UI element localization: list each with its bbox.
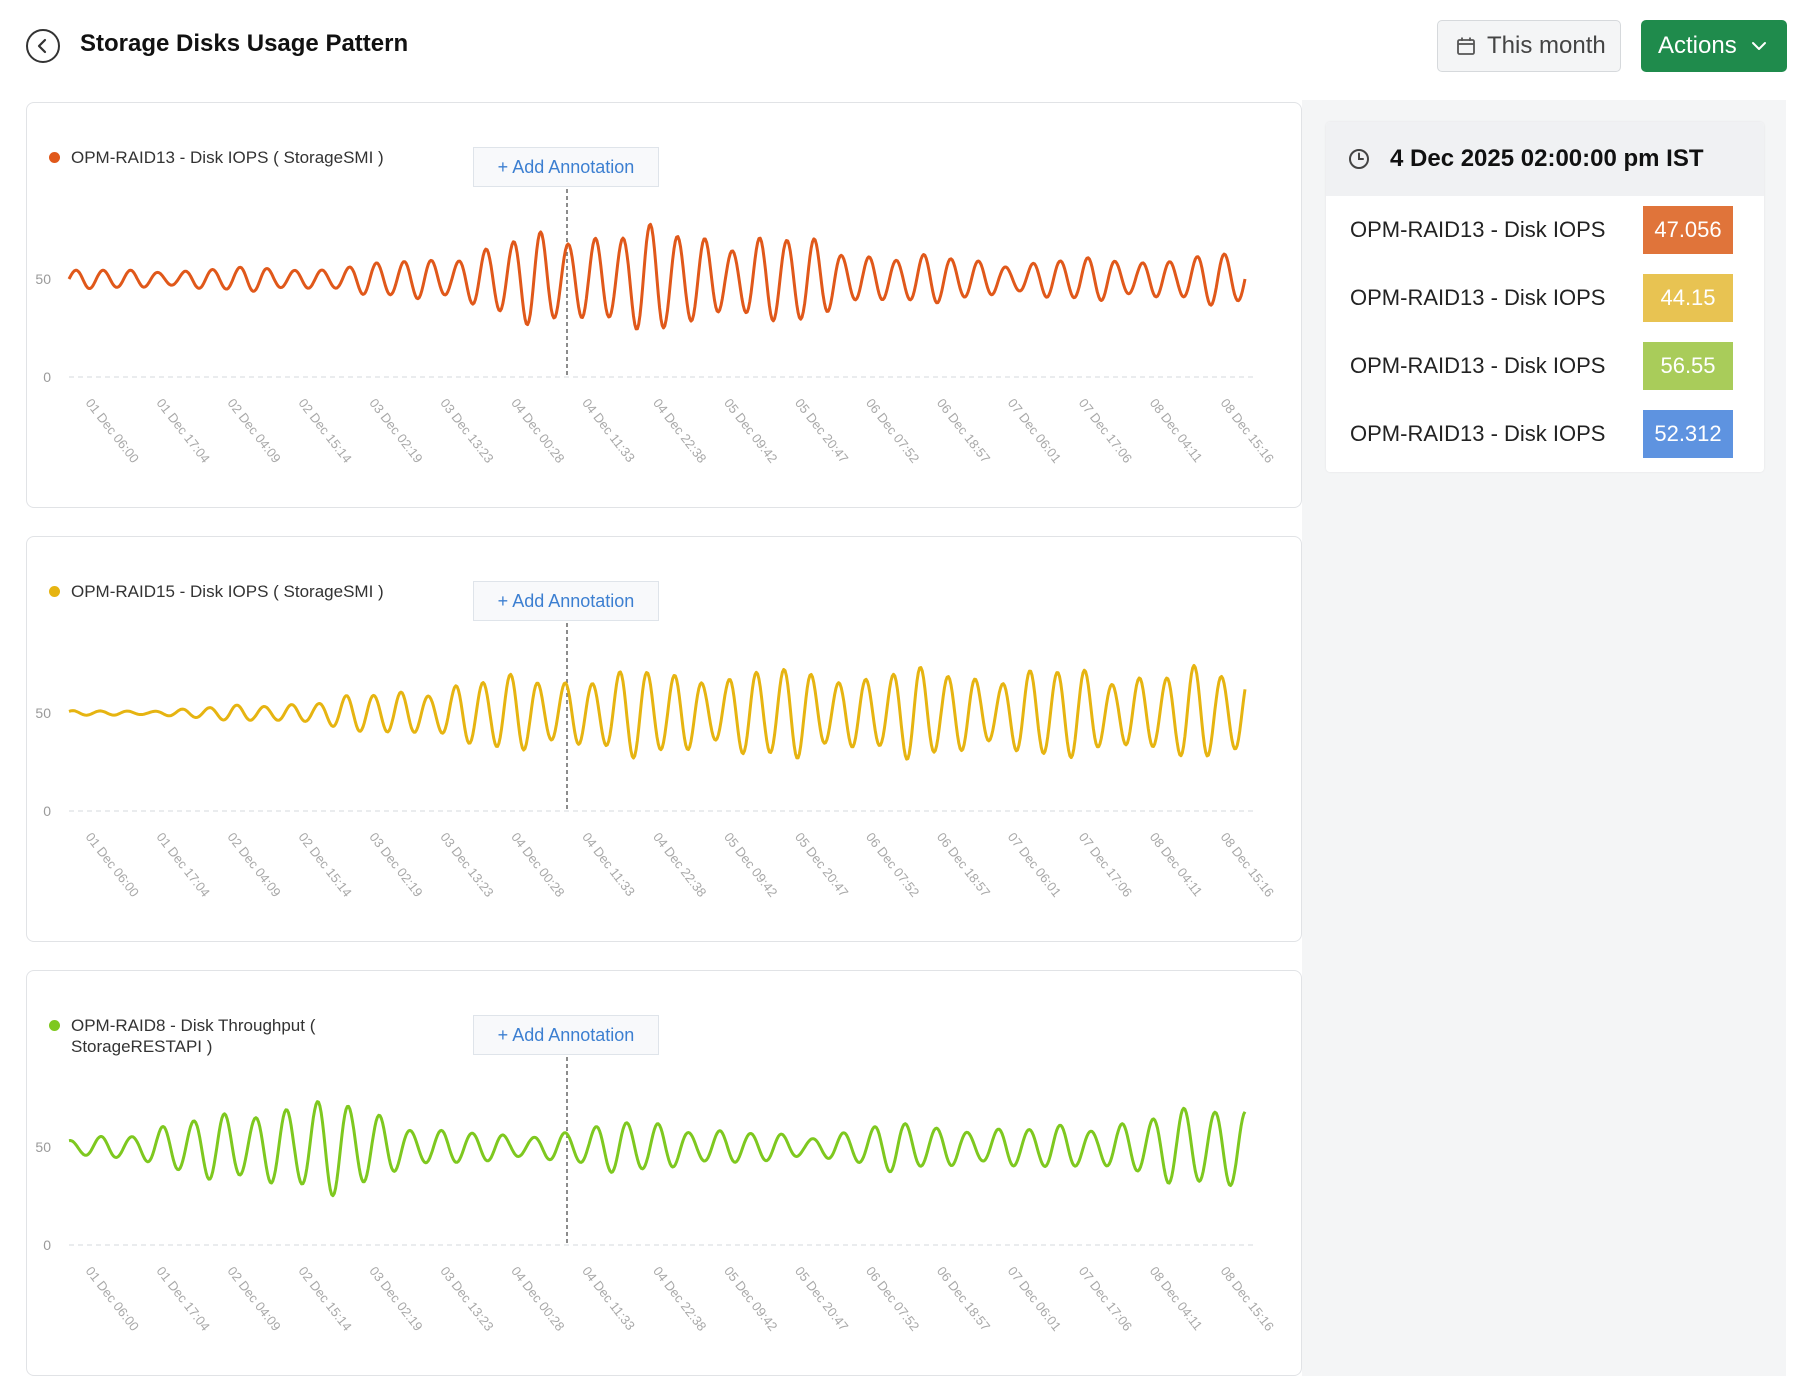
- tooltip-row-label: OPM-RAID13 - Disk IOPS: [1350, 285, 1606, 310]
- chart-card-raid15-iops: OPM-RAID15 - Disk IOPS ( StorageSMI ) + …: [26, 536, 1302, 942]
- tooltip-row-label: OPM-RAID13 - Disk IOPS: [1350, 353, 1606, 378]
- tooltip-row: OPM-RAID13 - Disk IOPS 56.55: [1326, 332, 1764, 400]
- x-tick-label: 06 Dec 07:52: [863, 1264, 922, 1334]
- actions-button[interactable]: Actions: [1641, 20, 1787, 72]
- x-tick-label: 02 Dec 04:09: [225, 830, 284, 900]
- y-tick-label: 50: [35, 1139, 51, 1155]
- period-selector-button[interactable]: This month: [1437, 20, 1621, 72]
- period-label: This month: [1487, 32, 1606, 59]
- tooltip-row: OPM-RAID13 - Disk IOPS 44.15: [1326, 264, 1764, 332]
- chart-card-raid13-iops: OPM-RAID13 - Disk IOPS ( StorageSMI ) + …: [26, 102, 1302, 508]
- calendar-icon: [1457, 37, 1475, 55]
- x-tick-label: 08 Dec 04:11: [1147, 1264, 1206, 1333]
- x-tick-label: 08 Dec 04:11: [1147, 830, 1206, 899]
- x-tick-label: 02 Dec 04:09: [225, 396, 284, 466]
- x-tick-label: 08 Dec 04:11: [1147, 396, 1206, 465]
- x-tick-label: 03 Dec 13:23: [437, 1264, 496, 1334]
- x-tick-label: 02 Dec 04:09: [225, 1264, 284, 1334]
- tooltip-row-value: 56.55: [1643, 342, 1733, 390]
- x-tick-label: 07 Dec 06:01: [1005, 396, 1064, 466]
- x-tick-label: 06 Dec 07:52: [863, 396, 922, 466]
- x-tick-label: 01 Dec 06:00: [83, 1264, 142, 1334]
- back-button[interactable]: [26, 29, 60, 63]
- y-tick-label: 50: [35, 271, 51, 287]
- x-tick-label: 01 Dec 06:00: [83, 396, 142, 466]
- x-tick-label: 01 Dec 17:04: [154, 396, 213, 466]
- x-tick-label: 05 Dec 20:47: [792, 1264, 851, 1334]
- page-header: Storage Disks Usage Pattern This month A…: [0, 0, 1800, 92]
- x-tick-label: 07 Dec 17:06: [1076, 1264, 1135, 1334]
- page-title: Storage Disks Usage Pattern: [80, 30, 409, 57]
- y-tick-label: 0: [43, 1237, 51, 1253]
- chevron-down-icon: [1751, 42, 1766, 50]
- x-tick-label: 03 Dec 02:19: [366, 830, 425, 900]
- x-tick-label: 01 Dec 06:00: [83, 830, 142, 900]
- series-line[interactable]: [68, 663, 1247, 761]
- x-tick-label: 03 Dec 02:19: [366, 1264, 425, 1334]
- x-tick-label: 07 Dec 17:06: [1076, 396, 1135, 466]
- tooltip-card: 4 Dec 2025 02:00:00 pm IST OPM-RAID13 - …: [1326, 122, 1764, 472]
- y-tick-label: 50: [35, 705, 51, 721]
- x-tick-label: 08 Dec 15:16: [1218, 830, 1277, 900]
- x-tick-label: 02 Dec 15:14: [295, 396, 354, 466]
- x-tick-label: 04 Dec 22:38: [650, 1264, 709, 1334]
- x-tick-label: 03 Dec 13:23: [437, 396, 496, 466]
- tooltip-row-value: 52.312: [1643, 410, 1733, 458]
- x-tick-label: 08 Dec 15:16: [1218, 1264, 1277, 1334]
- x-tick-label: 06 Dec 18:57: [934, 396, 993, 466]
- x-tick-label: 06 Dec 07:52: [863, 830, 922, 900]
- x-tick-label: 07 Dec 17:06: [1076, 830, 1135, 900]
- y-tick-label: 0: [43, 369, 51, 385]
- x-tick-label: 02 Dec 15:14: [295, 1264, 354, 1334]
- x-tick-label: 04 Dec 22:38: [650, 830, 709, 900]
- x-tick-label: 02 Dec 15:14: [295, 830, 354, 900]
- tooltip-row: OPM-RAID13 - Disk IOPS 52.312: [1326, 400, 1764, 468]
- series-line[interactable]: [67, 222, 1247, 331]
- x-tick-label: 04 Dec 11:33: [579, 1264, 638, 1333]
- tooltip-header: 4 Dec 2025 02:00:00 pm IST: [1326, 122, 1764, 196]
- x-tick-label: 07 Dec 06:01: [1005, 830, 1064, 900]
- x-tick-label: 04 Dec 00:28: [508, 1264, 567, 1334]
- line-chart[interactable]: 50001 Dec 06:00 01 Dec 17:04 02 Dec 04:09 0…: [27, 103, 1303, 509]
- x-tick-label: 08 Dec 15:16: [1218, 396, 1277, 466]
- clock-icon: [1349, 149, 1369, 169]
- chevron-left-icon: [37, 38, 47, 54]
- actions-label: Actions: [1658, 32, 1737, 59]
- chart-card-raid8-throughput: OPM-RAID8 - Disk Throughput ( StorageRES…: [26, 970, 1302, 1376]
- x-tick-label: 05 Dec 09:42: [721, 396, 780, 466]
- x-tick-label: 05 Dec 09:42: [721, 830, 780, 900]
- x-tick-label: 06 Dec 18:57: [934, 1264, 993, 1334]
- x-tick-label: 03 Dec 02:19: [366, 396, 425, 466]
- x-tick-label: 04 Dec 11:33: [579, 396, 638, 465]
- x-tick-label: 05 Dec 20:47: [792, 396, 851, 466]
- tooltip-row-value: 44.15: [1643, 274, 1733, 322]
- x-tick-label: 04 Dec 00:28: [508, 830, 567, 900]
- x-tick-label: 04 Dec 00:28: [508, 396, 567, 466]
- series-line[interactable]: [68, 1100, 1247, 1198]
- x-tick-label: 05 Dec 09:42: [721, 1264, 780, 1334]
- line-chart[interactable]: 50001 Dec 06:00 01 Dec 17:04 02 Dec 04:09 0…: [27, 537, 1303, 943]
- y-tick-label: 0: [43, 803, 51, 819]
- tooltip-row-label: OPM-RAID13 - Disk IOPS: [1350, 421, 1606, 446]
- tooltip-time: 4 Dec 2025 02:00:00 pm IST: [1390, 145, 1704, 172]
- tooltip-row-label: OPM-RAID13 - Disk IOPS: [1350, 217, 1606, 242]
- x-tick-label: 04 Dec 22:38: [650, 396, 709, 466]
- tooltip-row: OPM-RAID13 - Disk IOPS 47.056: [1326, 196, 1764, 264]
- x-tick-label: 07 Dec 06:01: [1005, 1264, 1064, 1334]
- x-tick-label: 04 Dec 11:33: [579, 830, 638, 899]
- x-tick-label: 01 Dec 17:04: [154, 1264, 213, 1334]
- x-tick-label: 03 Dec 13:23: [437, 830, 496, 900]
- x-tick-label: 06 Dec 18:57: [934, 830, 993, 900]
- x-tick-label: 05 Dec 20:47: [792, 830, 851, 900]
- tooltip-row-value: 47.056: [1643, 206, 1733, 254]
- x-tick-label: 01 Dec 17:04: [154, 830, 213, 900]
- line-chart[interactable]: 50001 Dec 06:00 01 Dec 17:04 02 Dec 04:09 0…: [27, 971, 1303, 1377]
